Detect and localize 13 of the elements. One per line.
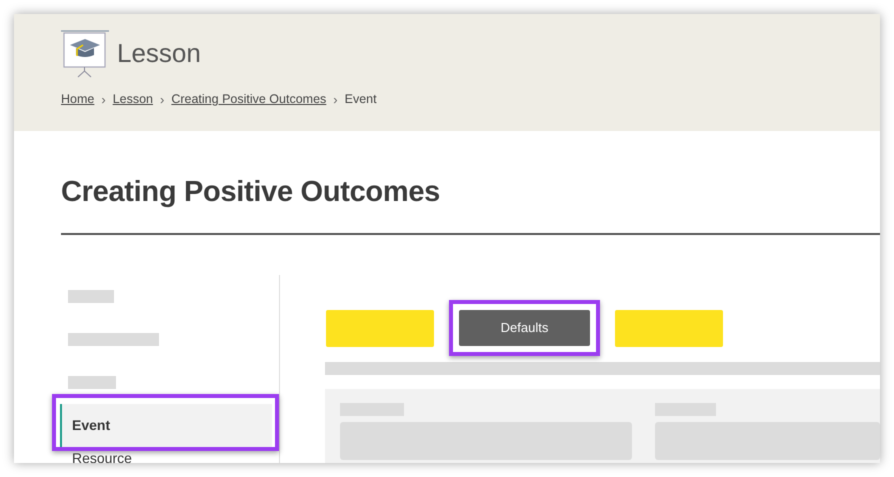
breadcrumb-link[interactable]: Home (61, 90, 94, 110)
defaults-button[interactable]: Defaults (459, 310, 590, 346)
page-heading: Lesson (117, 36, 201, 70)
breadcrumb-link[interactable]: Lesson (112, 90, 153, 110)
breadcrumb-link[interactable]: Creating Positive Outcomes (171, 90, 326, 110)
presentation-icon (61, 28, 109, 78)
chevron-icon: › (160, 90, 164, 110)
sidebar-item[interactable]: Event (60, 404, 272, 446)
chevron-icon: › (101, 90, 106, 110)
chevron-icon: › (333, 90, 338, 110)
breadcrumb-current: Event (344, 91, 377, 108)
sidebar-item[interactable]: Resource (60, 446, 276, 463)
page-title: Creating Positive Outcomes (61, 175, 441, 210)
